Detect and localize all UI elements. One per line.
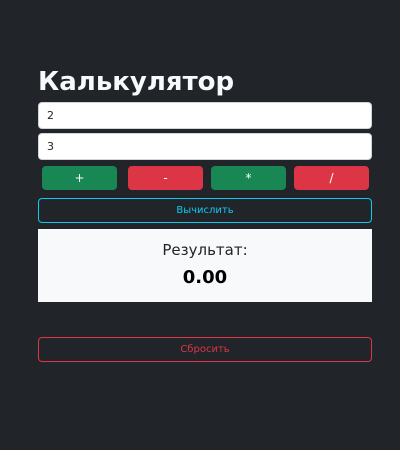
result-label: Результат: bbox=[162, 241, 248, 259]
result-panel: Результат: 0.00 bbox=[38, 229, 372, 302]
page-title: Калькулятор bbox=[38, 67, 235, 97]
operation-buttons: + - * / bbox=[42, 166, 369, 190]
second-number-input[interactable] bbox=[38, 133, 372, 160]
result-value: 0.00 bbox=[182, 267, 228, 288]
add-button[interactable]: + bbox=[42, 166, 117, 190]
calculate-button[interactable]: Вычислить bbox=[38, 198, 372, 223]
reset-button[interactable]: Сбросить bbox=[38, 337, 372, 362]
first-number-input[interactable] bbox=[38, 102, 372, 129]
divide-button[interactable]: / bbox=[294, 166, 369, 190]
calculator-app: Калькулятор + - * / Вычислить Результат:… bbox=[0, 0, 400, 450]
subtract-button[interactable]: - bbox=[128, 166, 203, 190]
multiply-button[interactable]: * bbox=[211, 166, 286, 190]
